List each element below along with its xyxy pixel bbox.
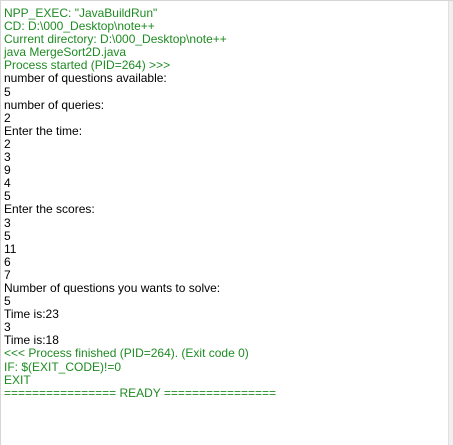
console-output-line: 3 xyxy=(4,215,11,230)
console-output-line: Time is:23 xyxy=(4,307,59,322)
console-system-line: ================ READY ================ xyxy=(4,385,277,400)
console-output-line: Enter the time: xyxy=(4,123,83,138)
console-output-line: number of questions available: xyxy=(4,71,167,86)
console-output-line: 2 xyxy=(4,136,11,151)
console-output-panel[interactable]: NPP_EXEC: "JavaBuildRun" CD: D:\000_Deskt… xyxy=(0,0,453,445)
console-output-line: Number of questions you wants to solve: xyxy=(4,280,221,295)
console-system-line: EXIT xyxy=(4,372,31,387)
console-output-line: 3 xyxy=(4,150,11,165)
console-output-line: 11 xyxy=(4,241,17,256)
console-output-line: 3 xyxy=(4,320,11,335)
console-output-line: Enter the scores: xyxy=(4,202,95,217)
console-output-line: 6 xyxy=(4,254,11,269)
console-system-line: IF: $(EXIT_CODE)!=0 xyxy=(4,359,122,374)
console-output-line: 4 xyxy=(4,176,11,191)
console-output-line: 5 xyxy=(4,228,11,243)
console-output-line: 7 xyxy=(4,267,11,282)
console-output-line: 2 xyxy=(4,110,11,125)
console-output-line: 9 xyxy=(4,163,11,178)
console-output-line: 5 xyxy=(4,84,11,99)
console-output-line: number of queries: xyxy=(4,97,105,112)
console-system-line: <<< Process finished (PID=264). (Exit co… xyxy=(4,346,249,361)
vertical-scrollbar[interactable] xyxy=(448,1,453,445)
console-text-area[interactable]: NPP_EXEC: "JavaBuildRun" CD: D:\000_Deskt… xyxy=(4,6,444,400)
console-output-line: 5 xyxy=(4,294,11,309)
